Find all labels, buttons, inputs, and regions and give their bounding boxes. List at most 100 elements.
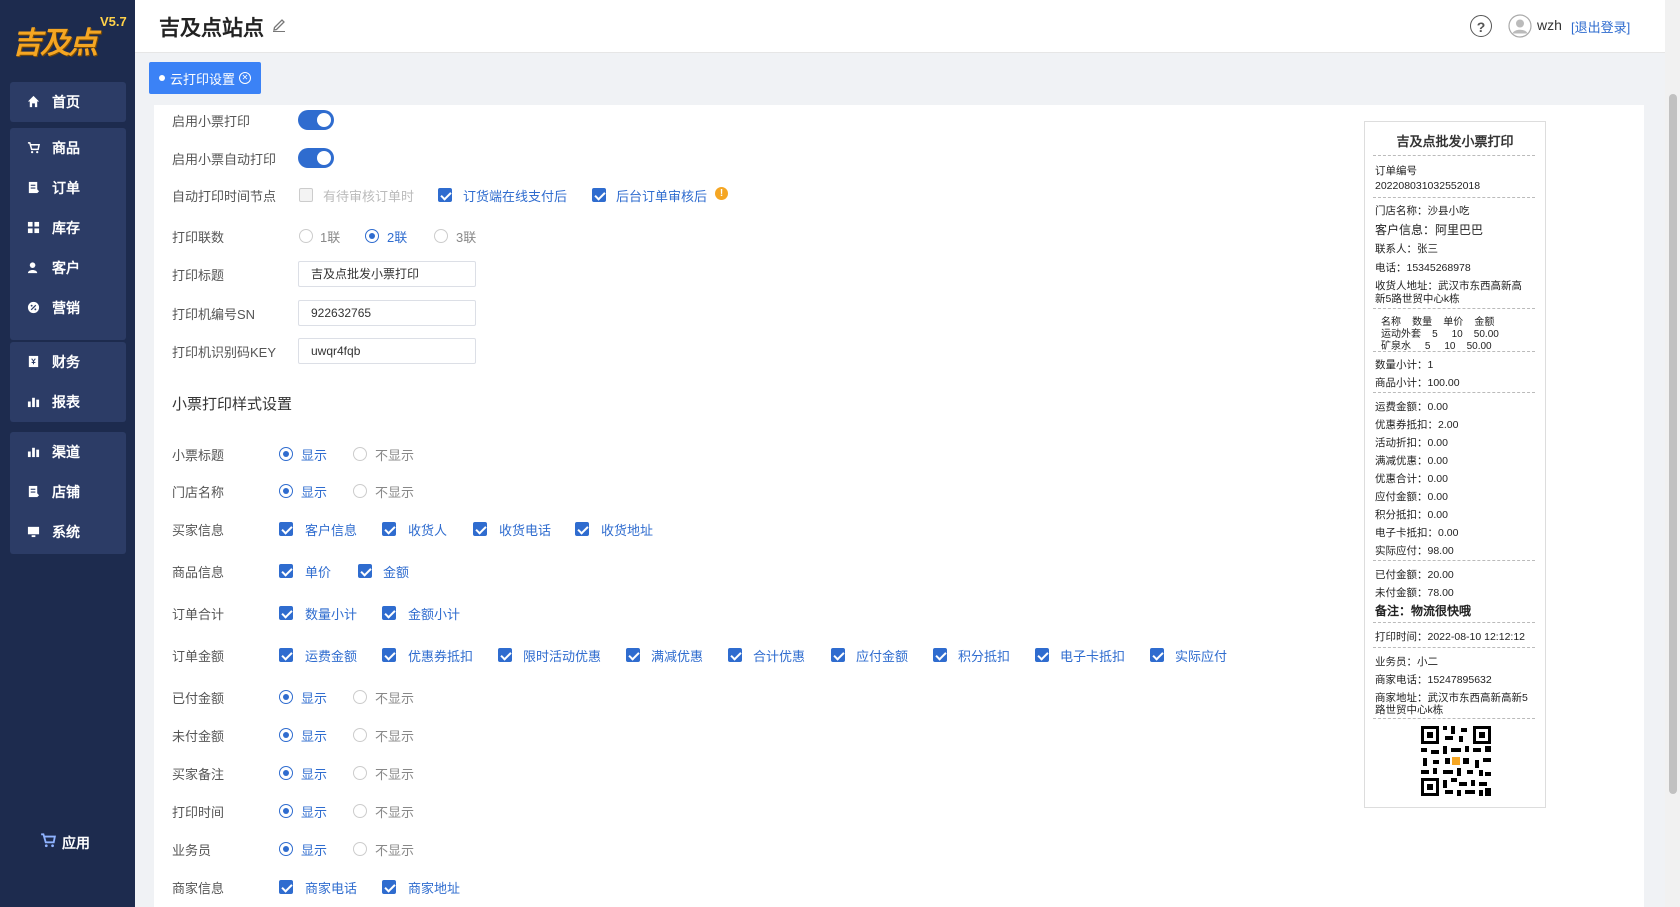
copies-1-radio[interactable] (299, 229, 313, 243)
enable-auto-print-toggle[interactable] (298, 148, 334, 168)
ticket-title-show-radio[interactable] (279, 447, 293, 461)
qty-total-checkbox[interactable] (279, 606, 293, 620)
enable-print-toggle[interactable] (298, 110, 334, 130)
hide-label: 不显示 (375, 767, 415, 782)
goods-price-checkbox[interactable] (279, 564, 293, 578)
app-logo: 吉及点 V5.7 (8, 8, 128, 64)
close-icon[interactable]: ✕ (239, 72, 252, 84)
sidebar-item-label: 营销 (52, 300, 80, 316)
unpaid-hide-radio[interactable] (353, 728, 367, 742)
show-label: 显示 (301, 448, 328, 463)
sidebar-item-reports[interactable]: 报表 (10, 382, 126, 422)
key-input[interactable]: uwqr4fqb (298, 338, 476, 364)
payable-checkbox[interactable] (831, 648, 845, 662)
divider (1373, 560, 1535, 561)
order-amount-label: 订单金额 (172, 649, 225, 664)
salesman-show-radio[interactable] (279, 842, 293, 856)
store-name-hide-radio[interactable] (353, 484, 367, 498)
full-reduce-label: 满减优惠 (651, 649, 704, 664)
sidebar-item-channels[interactable]: 渠道 (10, 432, 126, 472)
nav-group-channels: 渠道 店铺 系统 (10, 432, 126, 554)
info-icon[interactable]: ! (715, 187, 728, 200)
receipt-order-no-label: 订单编号 (1375, 165, 1417, 177)
help-icon[interactable]: ? (1470, 15, 1492, 37)
merchant-phone-label: 商家电话 (305, 881, 358, 896)
online-paid-checkbox[interactable] (438, 188, 452, 202)
pending-review-checkbox[interactable] (299, 188, 313, 202)
paid-show-radio[interactable] (279, 690, 293, 704)
discount-total-label: 合计优惠 (753, 649, 806, 664)
show-label: 显示 (301, 805, 328, 820)
sidebar-item-label: 客户 (52, 260, 80, 276)
sidebar-item-label: 商品 (52, 140, 80, 156)
show-label: 显示 (301, 729, 328, 744)
time-hide-radio[interactable] (353, 804, 367, 818)
receipt-freight: 运费金额：0.00 (1375, 401, 1448, 413)
sidebar-item-marketing[interactable]: 营销 (10, 288, 126, 328)
copies-2-radio[interactable] (365, 229, 379, 243)
sidebar-item-orders[interactable]: 订单 (10, 168, 126, 208)
paid-hide-radio[interactable] (353, 690, 367, 704)
edit-icon[interactable] (271, 17, 287, 33)
merchant-address-checkbox[interactable] (382, 880, 396, 894)
time-show-radio[interactable] (279, 804, 293, 818)
tab-cloud-print-settings[interactable]: 云打印设置 ✕ (149, 62, 262, 94)
unpaid-show-radio[interactable] (279, 728, 293, 742)
goods-price-label: 单价 (305, 565, 332, 580)
freight-checkbox[interactable] (279, 648, 293, 662)
buyer-note-label: 买家备注 (172, 767, 225, 782)
salesman-hide-radio[interactable] (353, 842, 367, 856)
logout-link[interactable]: [退出登录] (1571, 17, 1630, 36)
grid-icon (26, 221, 40, 235)
copies-3-radio[interactable] (434, 229, 448, 243)
buyer-address-checkbox[interactable] (575, 522, 589, 536)
divider (1373, 308, 1535, 309)
backend-reviewed-checkbox[interactable] (592, 188, 606, 202)
sidebar-item-goods[interactable]: 商品 (10, 128, 126, 168)
sidebar-item-stores[interactable]: 店铺 (10, 472, 126, 512)
receipt-customer: 客户信息：阿里巴巴 (1375, 223, 1484, 237)
ticket-title-hide-radio[interactable] (353, 447, 367, 461)
home-icon (26, 95, 40, 109)
buyer-phone-checkbox[interactable] (473, 522, 487, 536)
buyer-receiver-checkbox[interactable] (382, 522, 396, 536)
actual-checkbox[interactable] (1150, 648, 1164, 662)
freight-label: 运费金额 (305, 649, 358, 664)
scrollbar-thumb[interactable] (1669, 94, 1677, 794)
sidebar-item-home[interactable]: 首页 (10, 82, 126, 122)
sidebar-item-label: 报表 (52, 394, 80, 410)
amount-total-label: 金额小计 (408, 607, 461, 622)
print-title-input[interactable]: 吉及点批发小票打印 (298, 261, 476, 287)
sidebar-item-customers[interactable]: 客户 (10, 248, 126, 288)
avatar[interactable] (1508, 14, 1532, 38)
sidebar-item-system[interactable]: 系统 (10, 512, 126, 552)
hide-label: 不显示 (375, 843, 415, 858)
goods-amount-checkbox[interactable] (358, 564, 372, 578)
amount-total-checkbox[interactable] (382, 606, 396, 620)
buyer-info-label: 买家信息 (172, 523, 225, 538)
full-reduce-checkbox[interactable] (626, 648, 640, 662)
buyer-phone-label: 收货电话 (499, 523, 552, 538)
note-show-radio[interactable] (279, 766, 293, 780)
ecard-checkbox[interactable] (1035, 648, 1049, 662)
receipt-note: 备注：物流很快哦 (1375, 604, 1472, 618)
buyer-address-label: 收货地址 (601, 523, 654, 538)
points-checkbox[interactable] (933, 648, 947, 662)
sidebar-item-inventory[interactable]: 库存 (10, 208, 126, 248)
sn-input[interactable]: 922632765 (298, 300, 476, 326)
note-hide-radio[interactable] (353, 766, 367, 780)
sidebar-item-apps[interactable]: 应用 (40, 832, 90, 853)
store-name-label: 门店名称 (172, 485, 225, 500)
store-name-show-radio[interactable] (279, 484, 293, 498)
page-scrollbar[interactable] (1665, 0, 1680, 907)
buyer-customer-checkbox[interactable] (279, 522, 293, 536)
coupon-checkbox[interactable] (382, 648, 396, 662)
paid-amount-label: 已付金额 (172, 691, 225, 706)
sidebar-item-finance[interactable]: 财务 (10, 342, 126, 382)
hide-label: 不显示 (375, 485, 415, 500)
merchant-phone-checkbox[interactable] (279, 880, 293, 894)
discount-total-checkbox[interactable] (728, 648, 742, 662)
limited-activity-checkbox[interactable] (498, 648, 512, 662)
receipt-title: 吉及点批发小票打印 (1396, 134, 1514, 149)
show-label: 显示 (301, 485, 328, 500)
